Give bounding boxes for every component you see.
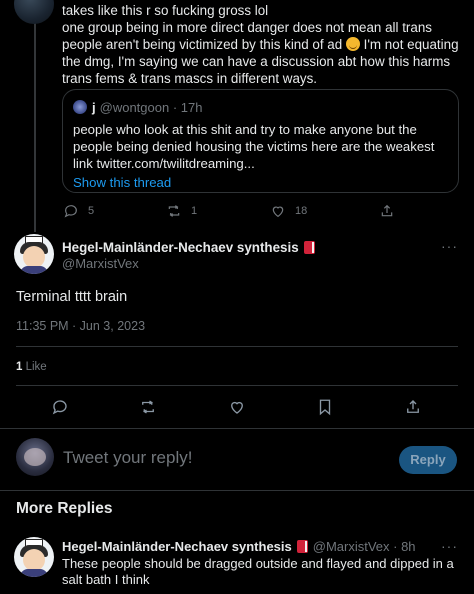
divider [16,385,458,386]
parent-tweet-line-1: takes like this r so fucking gross lol [62,3,269,18]
parent-reply-button[interactable]: 5 [63,203,94,219]
parent-retweet-button[interactable]: 1 [166,203,197,219]
reply-button[interactable]: Reply [399,446,457,474]
main-retweet-button[interactable] [139,398,157,416]
parent-like-button[interactable]: 18 [270,203,307,219]
main-author-name[interactable]: Hegel-Mainländer-Nechaev synthesis [62,240,315,255]
quoted-author-name: j [92,99,96,115]
main-like-button[interactable] [228,398,246,416]
reply-text: These people should be dragged outside a… [62,556,454,587]
book-emoji-icon [296,540,308,553]
like-icon [231,401,243,414]
main-reply-button[interactable] [51,398,69,416]
parent-share-button[interactable] [379,203,395,219]
reply-author-name[interactable]: Hegel-Mainländer-Nechaev synthesis [62,539,292,554]
reply-author-avatar[interactable] [14,537,54,577]
thread-connector-line [34,0,36,232]
retweet-icon [168,205,180,217]
avatar-body [20,266,48,274]
like-icon [272,206,284,218]
reply-input[interactable]: Tweet your reply! [63,448,192,468]
parent-reply-count: 5 [88,205,95,217]
reply-icon [64,205,77,218]
main-author-avatar[interactable] [14,234,54,274]
upside-down-face-emoji [345,37,360,51]
avatar-body [20,569,48,577]
divider [0,490,474,491]
book-emoji-icon [303,241,315,254]
parent-tweet-text: takes like this r so fucking gross lol o… [62,2,462,87]
parent-tweet-line-2: one group being in more direct danger do… [62,19,462,87]
main-author-name-text[interactable]: Hegel-Mainländer-Nechaev synthesis [62,240,299,255]
divider [0,428,474,429]
parent-author-avatar[interactable] [14,0,54,24]
quoted-author-avatar [73,100,87,114]
quoted-tweet-header: j @wontgoon · 17h [73,99,448,115]
main-share-button[interactable] [404,398,422,416]
avatar-face [23,549,45,571]
main-tweet-text: Terminal tttt brain [16,289,128,305]
divider [16,346,458,347]
reply-author-handle[interactable]: @MarxistVex · 8h [313,539,416,554]
parent-retweet-count: 1 [191,205,198,217]
quoted-tweet-body: people who look at this shit and try to … [73,122,435,171]
current-user-avatar [16,438,54,476]
parent-like-count: 18 [295,205,308,217]
more-replies-heading: More Replies [16,500,113,517]
retweet-icon [142,400,154,414]
quoted-author-handle: @wontgoon · 17h [99,99,203,115]
reply-icon [52,400,67,415]
reply-header: Hegel-Mainländer-Nechaev synthesis @Marx… [62,539,416,554]
likes-label: Like [22,361,47,373]
avatar-face [23,246,45,268]
share-icon [407,400,419,413]
main-tweet-more-button[interactable]: ··· [441,238,458,254]
quoted-tweet-card[interactable]: j @wontgoon · 17h people who look at thi… [62,89,459,193]
main-author-handle[interactable]: @MarxistVex [62,256,139,271]
show-thread-link[interactable]: Show this thread [73,175,448,190]
main-bookmark-button[interactable] [316,398,334,416]
share-icon [381,204,393,217]
main-tweet-likes[interactable]: 1 Like [16,361,47,373]
bookmark-icon [319,399,331,416]
reply-more-button[interactable]: ··· [441,538,458,554]
main-tweet-timestamp[interactable]: 11:35 PM · Jun 3, 2023 [16,319,145,333]
